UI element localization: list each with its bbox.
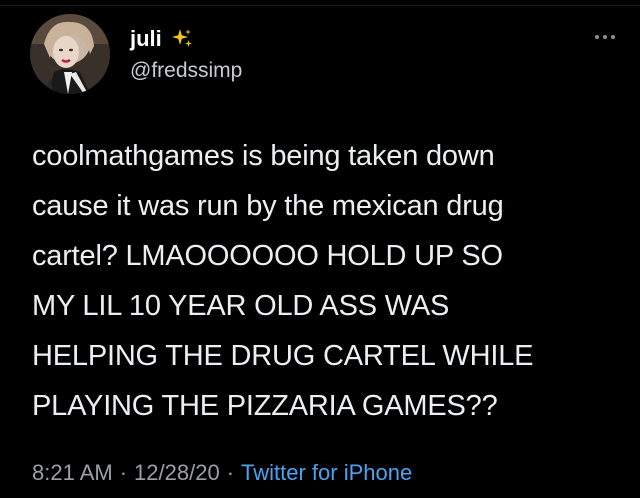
- tweet-text-line: HELPING THE DRUG CARTEL WHILE: [32, 340, 534, 372]
- avatar[interactable]: [30, 14, 110, 94]
- tweet-text-line: cartel? LMAOOOOOO HOLD UP SO: [32, 240, 503, 272]
- sparkles-icon: [171, 29, 192, 47]
- tweet-time[interactable]: 8:21 AM: [32, 460, 113, 485]
- tweet-card: juli @fredssimp coolmathgames is being t…: [0, 0, 640, 498]
- tweet-text: coolmathgames is being taken down cause …: [32, 131, 622, 431]
- meta-separator: ·: [226, 460, 235, 485]
- author-handle[interactable]: @fredssimp: [130, 58, 242, 84]
- meta-separator: ·: [119, 460, 128, 485]
- tweet-date[interactable]: 12/28/20: [134, 460, 220, 485]
- tweet-text-line: MY LIL 10 YEAR OLD ASS WAS: [32, 290, 450, 322]
- tweet-text-line: PLAYING THE PIZZARIA GAMES??: [32, 390, 498, 422]
- tweet-metadata: 8:21 AM · 12/28/20 · Twitter for iPhone: [32, 458, 412, 488]
- display-name[interactable]: juli: [130, 26, 162, 52]
- profile-photo-icon: [30, 14, 110, 94]
- tweet-source-link[interactable]: Twitter for iPhone: [241, 460, 412, 485]
- author-name-row[interactable]: juli: [130, 26, 194, 52]
- tweet-text-line: cause it was run by the mexican drug: [32, 190, 504, 222]
- ellipsis-icon[interactable]: [592, 32, 618, 42]
- tweet-text-line: coolmathgames is being taken down: [32, 140, 495, 172]
